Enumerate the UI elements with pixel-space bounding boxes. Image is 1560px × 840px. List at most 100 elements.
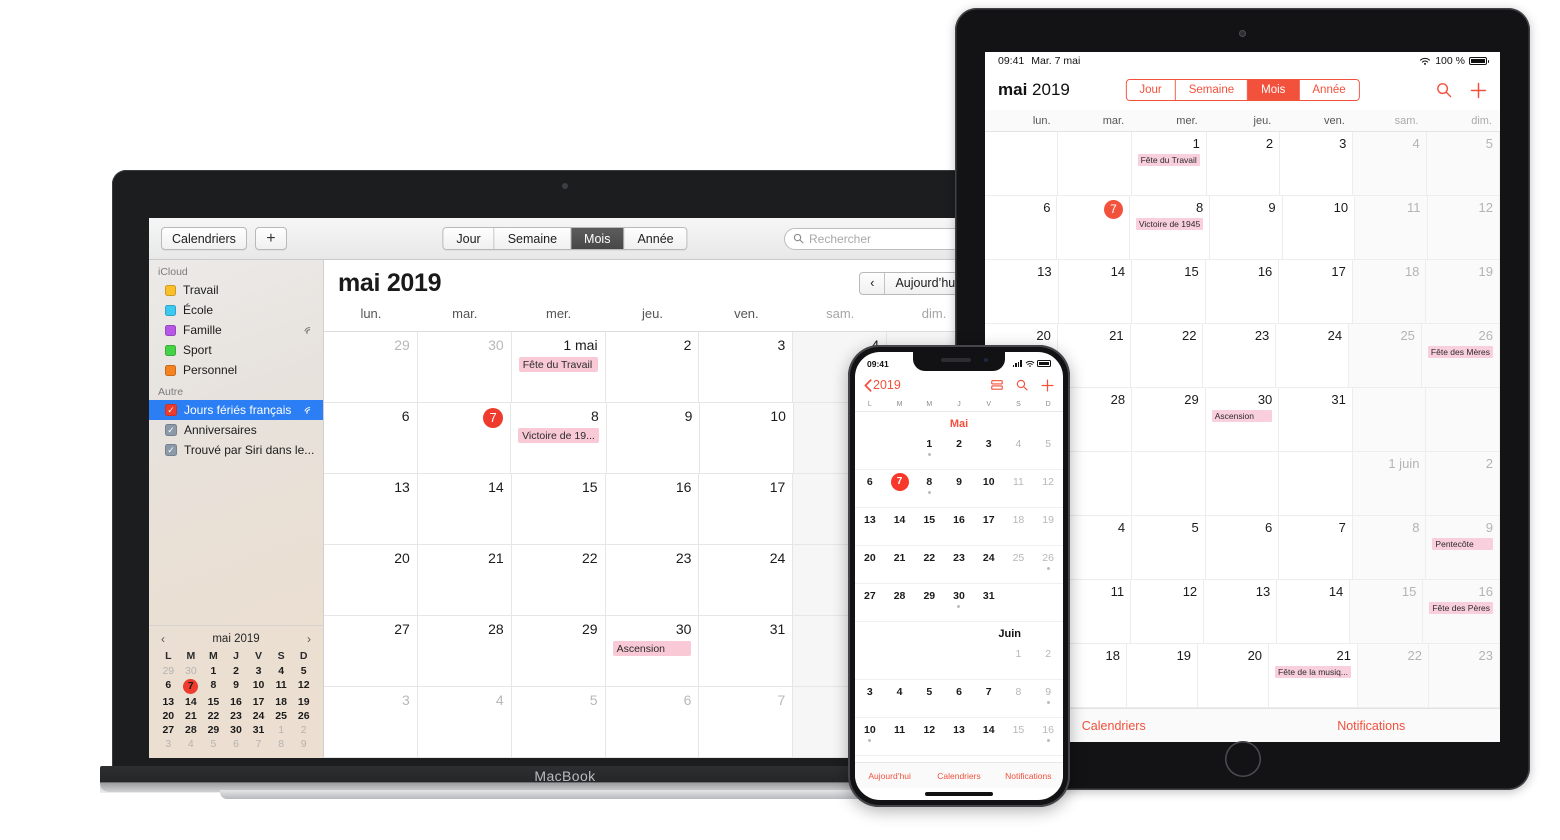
ipad-day-cell[interactable]: 19 <box>1127 644 1199 707</box>
ipad-view-segmented-control[interactable]: Jour Semaine Mois Année <box>1125 79 1360 101</box>
mac-prev-month-button[interactable]: ‹ <box>860 272 886 294</box>
mini-calendar-day[interactable]: 22 <box>202 710 225 722</box>
ipad-day-cell[interactable]: 29 <box>1132 388 1206 451</box>
iphone-day-cell[interactable]: 10 <box>974 470 1004 507</box>
mac-day-cell[interactable]: 15 <box>512 474 606 544</box>
ipad-day-cell[interactable]: 31 <box>1279 388 1353 451</box>
ipad-event-chip[interactable]: Ascension <box>1211 410 1273 422</box>
ipad-day-cell[interactable]: 13 <box>1204 580 1278 643</box>
ipad-event-chip[interactable]: Pentecôte <box>1432 538 1493 550</box>
ipad-day-cell[interactable]: 7 <box>1279 516 1353 579</box>
iphone-day-cell[interactable] <box>974 642 1004 679</box>
iphone-day-cell[interactable]: 7 <box>974 680 1004 717</box>
mini-calendar-day[interactable]: 3 <box>157 738 180 750</box>
mini-calendar-day[interactable]: 19 <box>292 696 315 708</box>
mac-day-cell[interactable]: 30 Ascension <box>606 616 700 686</box>
mac-day-cell[interactable]: 5 <box>512 687 606 757</box>
ipad-day-cell[interactable]: 18 <box>1352 260 1427 323</box>
mini-calendar-day[interactable]: 6 <box>157 679 180 694</box>
ipad-day-cell[interactable]: 6 <box>985 196 1058 259</box>
sidebar-item-jours-f-ri-s-fran-ais[interactable]: ✓ Jours fériés français <box>149 400 323 420</box>
iphone-day-cell[interactable]: 9 <box>1033 680 1063 717</box>
mac-day-cell[interactable]: 16 <box>606 474 700 544</box>
iphone-day-cell[interactable] <box>1033 584 1063 621</box>
ipad-view-jour[interactable]: Jour <box>1126 80 1176 100</box>
iphone-day-cell[interactable] <box>885 432 915 469</box>
mini-calendar-day[interactable]: 24 <box>247 710 270 722</box>
iphone-day-cell[interactable]: 30 <box>944 584 974 621</box>
iphone-home-indicator[interactable] <box>855 788 1063 800</box>
mini-calendar-day[interactable]: 12 <box>292 679 315 694</box>
iphone-day-cell[interactable]: 5 <box>1033 432 1063 469</box>
mac-day-cell[interactable]: 4 <box>418 687 512 757</box>
ipad-day-cell[interactable]: 9 <box>1210 196 1283 259</box>
mac-event-chip[interactable]: Victoire de 19... <box>518 428 599 443</box>
iphone-day-cell[interactable]: 6 <box>855 470 885 507</box>
sidebar-item--cole[interactable]: École <box>149 300 323 320</box>
iphone-day-cell[interactable]: 15 <box>1004 718 1034 755</box>
ipad-day-cell[interactable]: 5 <box>1426 132 1500 195</box>
mac-day-cell[interactable]: 6 <box>606 687 700 757</box>
ipad-day-cell[interactable]: 23 <box>1203 324 1277 387</box>
mini-calendar-day[interactable]: 4 <box>270 665 293 677</box>
mini-calendar-day[interactable]: 1 <box>270 724 293 736</box>
ipad-day-cell[interactable]: 22 <box>1131 324 1204 387</box>
iphone-day-cell[interactable]: 27 <box>855 584 885 621</box>
plus-icon[interactable] <box>1041 379 1054 392</box>
mac-view-année[interactable]: Année <box>624 228 687 249</box>
mac-day-cell[interactable]: 30 <box>418 332 512 402</box>
iphone-day-cell[interactable]: 1 <box>914 432 944 469</box>
ipad-day-cell[interactable]: 25 <box>1349 324 1422 387</box>
mini-calendar-day[interactable]: 30 <box>180 665 203 677</box>
ipad-day-cell[interactable]: 16 <box>1206 260 1280 323</box>
ipad-day-cell[interactable]: 7 <box>1057 196 1130 259</box>
ipad-day-cell[interactable]: 8 <box>1352 516 1427 579</box>
ipad-day-cell[interactable]: 15 <box>1132 260 1206 323</box>
iphone-day-cell[interactable] <box>885 642 915 679</box>
calendar-checkbox[interactable]: ✓ <box>165 404 177 416</box>
mini-calendar-day[interactable]: 25 <box>270 710 293 722</box>
mini-calendar-day[interactable]: 30 <box>225 724 248 736</box>
ipad-day-cell[interactable]: 11 <box>1355 196 1428 259</box>
mini-calendar-day[interactable]: 8 <box>202 679 225 694</box>
iphone-day-cell[interactable]: 23 <box>944 546 974 583</box>
iphone-day-cell[interactable]: 13 <box>855 508 885 545</box>
mini-calendar-day[interactable]: 15 <box>202 696 225 708</box>
mini-calendar-day[interactable]: 2 <box>292 724 315 736</box>
mini-calendar-day[interactable]: 7 <box>180 679 203 694</box>
mini-calendar-day[interactable]: 21 <box>180 710 203 722</box>
iphone-day-cell[interactable]: 20 <box>855 546 885 583</box>
ipad-event-chip[interactable]: Victoire de 1945 <box>1135 218 1204 230</box>
mini-calendar-day[interactable]: 10 <box>247 679 270 694</box>
mini-calendar-day[interactable]: 5 <box>202 738 225 750</box>
iphone-day-cell[interactable]: 4 <box>1004 432 1034 469</box>
mini-calendar-day[interactable]: 29 <box>202 724 225 736</box>
mini-calendar-day[interactable]: 2 <box>225 665 248 677</box>
iphone-day-cell[interactable]: 22 <box>914 546 944 583</box>
mac-day-cell[interactable]: 22 <box>512 545 606 615</box>
mini-calendar-day[interactable]: 5 <box>292 665 315 677</box>
calendar-color-swatch[interactable] <box>165 284 176 296</box>
ipad-day-cell[interactable]: 13 <box>985 260 1059 323</box>
mini-calendar-day[interactable]: 1 <box>202 665 225 677</box>
iphone-day-cell[interactable]: 12 <box>914 718 944 755</box>
search-icon[interactable] <box>1016 379 1028 391</box>
mac-day-cell[interactable]: 9 <box>607 403 701 473</box>
iphone-day-cell[interactable]: 12 <box>1033 470 1063 507</box>
mac-day-cell[interactable]: 20 <box>324 545 418 615</box>
ipad-day-cell[interactable]: 10 <box>1283 196 1356 259</box>
sidebar-item-trouv-par-siri-dans-le[interactable]: ✓ Trouvé par Siri dans le... <box>149 440 323 460</box>
iphone-day-cell[interactable] <box>855 642 885 679</box>
ipad-event-chip[interactable]: Fête des Pères <box>1429 602 1493 614</box>
mini-calendar-day[interactable]: 20 <box>157 710 180 722</box>
iphone-day-cell[interactable]: 9 <box>944 470 974 507</box>
iphone-day-cell[interactable] <box>855 432 885 469</box>
calendar-checkbox[interactable]: ✓ <box>165 444 177 456</box>
calendar-color-swatch[interactable] <box>165 344 176 356</box>
ipad-day-cell[interactable]: 12 <box>1131 580 1205 643</box>
ipad-event-chip[interactable]: Fête de la musiq... <box>1275 666 1351 678</box>
ipad-day-cell[interactable] <box>1279 452 1353 515</box>
iphone-day-cell[interactable]: 1 <box>1004 642 1034 679</box>
ipad-day-cell[interactable]: 8 Victoire de 1945 <box>1130 196 1211 259</box>
ipad-day-cell[interactable]: 20 <box>1198 644 1270 707</box>
